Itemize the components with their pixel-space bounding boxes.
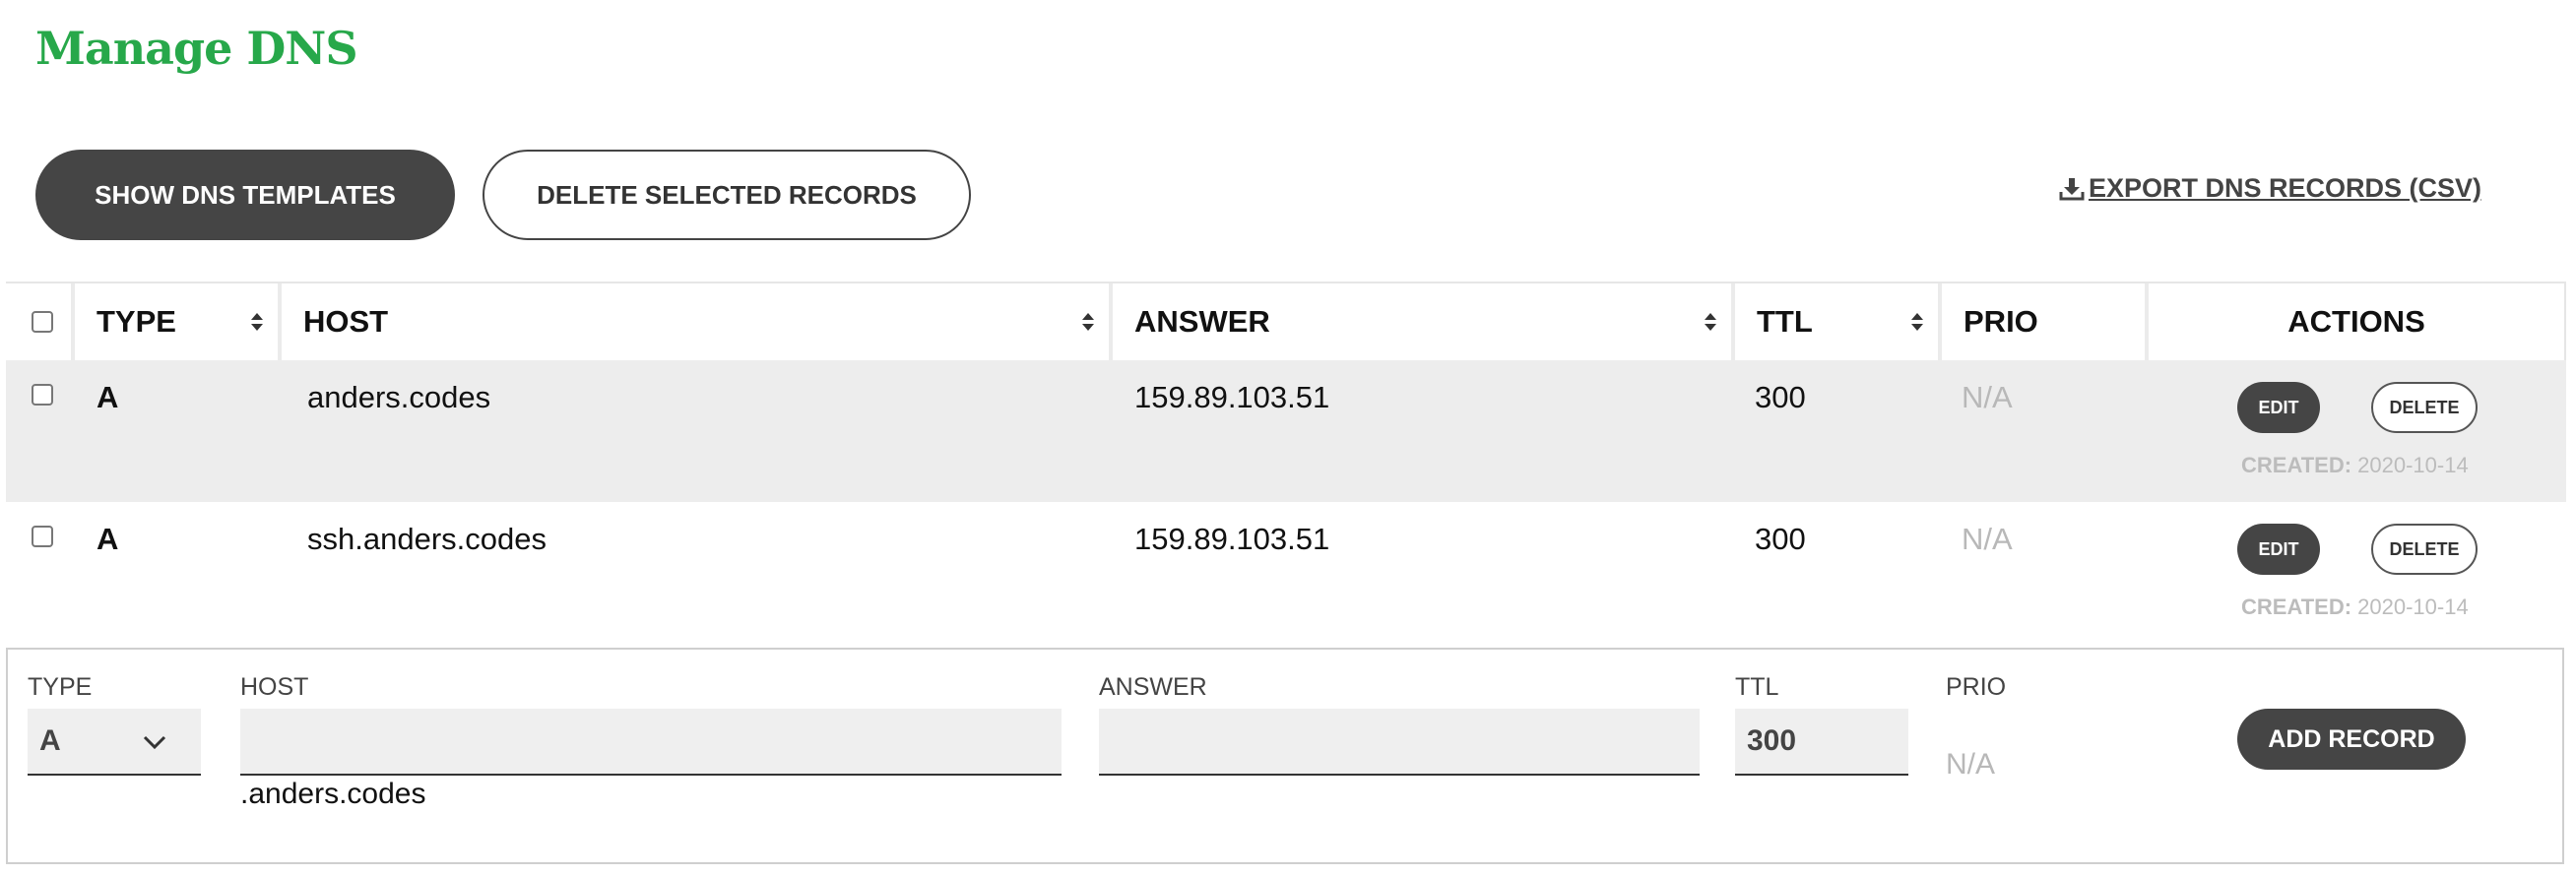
type-field-label: TYPE [28, 673, 93, 701]
column-header-prio-label: PRIO [1964, 304, 2038, 339]
sort-icon[interactable] [250, 312, 264, 332]
column-header-actions: ACTIONS [2149, 283, 2566, 360]
column-header-ttl[interactable]: TTL [1735, 283, 1942, 360]
export-dns-records-link[interactable]: EXPORT DNS RECORDS (CSV) [2059, 173, 2481, 204]
created-date: CREATED: 2020-10-14 [2241, 453, 2469, 478]
page-title: Manage DNS [35, 22, 358, 75]
row-select [6, 360, 75, 502]
sort-icon[interactable] [1081, 312, 1095, 332]
show-dns-templates-button[interactable]: SHOW DNS TEMPLATES [35, 150, 455, 240]
ttl-field-label: TTL [1735, 673, 1779, 701]
column-header-host[interactable]: HOST [282, 283, 1113, 360]
record-answer: 159.89.103.51 [1134, 522, 1330, 556]
host-input[interactable] [240, 709, 1062, 776]
prio-value: N/A [1946, 748, 1996, 781]
edit-button[interactable]: EDIT [2237, 382, 2320, 433]
export-label: EXPORT DNS RECORDS (CSV) [2088, 173, 2481, 203]
column-header-actions-label: ACTIONS [2287, 304, 2425, 339]
created-date: CREATED: 2020-10-14 [2241, 594, 2469, 620]
table-row: A ssh.anders.codes 159.89.103.51 300 N/A… [6, 502, 2566, 644]
record-type: A [97, 522, 119, 556]
created-value: 2020-10-14 [2357, 594, 2469, 619]
column-header-ttl-label: TTL [1757, 304, 1813, 339]
type-select[interactable]: A [28, 709, 201, 776]
dns-records-table: TYPE HOST ANSWER TTL PRIO ACTIONS A ande… [6, 282, 2566, 644]
table-row: A anders.codes 159.89.103.51 300 N/A EDI… [6, 360, 2566, 502]
created-label: CREATED: [2241, 453, 2352, 477]
column-header-host-label: HOST [303, 304, 389, 339]
row-checkbox[interactable] [32, 526, 53, 547]
edit-button[interactable]: EDIT [2237, 524, 2320, 575]
record-host: anders.codes [307, 380, 491, 414]
download-icon [2059, 176, 2085, 202]
sort-icon[interactable] [1910, 312, 1924, 332]
select-all-checkbox[interactable] [32, 311, 53, 333]
column-header-type[interactable]: TYPE [75, 283, 282, 360]
answer-field-label: ANSWER [1099, 673, 1207, 701]
host-suffix: .anders.codes [240, 778, 426, 810]
record-host: ssh.anders.codes [307, 522, 547, 556]
record-prio: N/A [1962, 522, 2013, 556]
host-field-label: HOST [240, 673, 309, 701]
column-header-prio: PRIO [1942, 283, 2149, 360]
ttl-input[interactable]: 300 [1735, 709, 1908, 776]
sort-icon[interactable] [1704, 312, 1717, 332]
record-answer: 159.89.103.51 [1134, 380, 1330, 414]
column-header-answer-label: ANSWER [1134, 304, 1270, 339]
record-prio: N/A [1962, 380, 2013, 414]
prio-field-label: PRIO [1946, 673, 2007, 701]
delete-selected-records-button[interactable]: DELETE SELECTED RECORDS [483, 150, 971, 240]
delete-button[interactable]: DELETE [2371, 382, 2478, 433]
header-select-all [6, 283, 75, 360]
table-header-row: TYPE HOST ANSWER TTL PRIO ACTIONS [6, 282, 2566, 360]
add-record-button[interactable]: ADD RECORD [2237, 709, 2466, 770]
type-select-value: A [39, 724, 61, 757]
row-select [6, 502, 75, 644]
created-label: CREATED: [2241, 594, 2352, 619]
record-actions: EDIT DELETE CREATED: 2020-10-14 [2149, 502, 2566, 644]
record-actions: EDIT DELETE CREATED: 2020-10-14 [2149, 360, 2566, 502]
chevron-down-icon [142, 724, 167, 758]
record-type: A [97, 380, 119, 414]
add-record-form: TYPE A HOST .anders.codes ANSWER TTL 300… [6, 648, 2564, 864]
delete-button[interactable]: DELETE [2371, 524, 2478, 575]
column-header-type-label: TYPE [97, 304, 176, 339]
answer-input[interactable] [1099, 709, 1700, 776]
record-ttl: 300 [1755, 522, 1806, 556]
created-value: 2020-10-14 [2357, 453, 2469, 477]
column-header-answer[interactable]: ANSWER [1113, 283, 1735, 360]
record-ttl: 300 [1755, 380, 1806, 414]
row-checkbox[interactable] [32, 384, 53, 406]
